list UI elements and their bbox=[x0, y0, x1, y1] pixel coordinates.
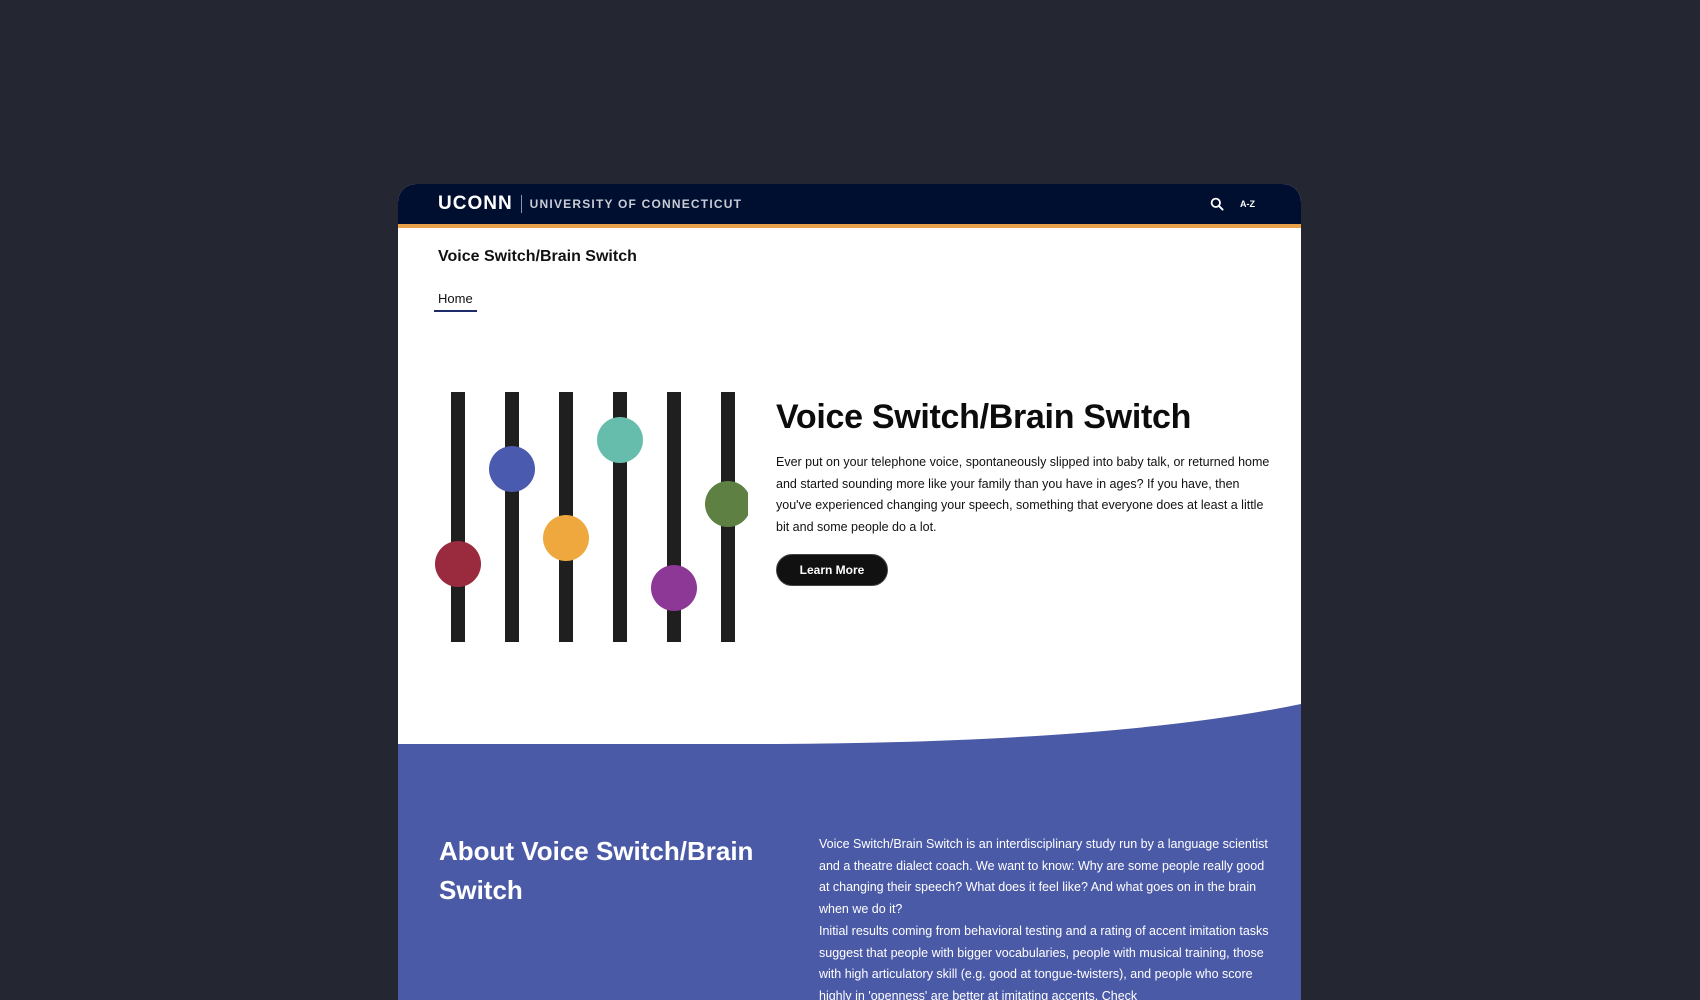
about-paragraph: Initial results coming from behavioral t… bbox=[819, 923, 1269, 1000]
header-accent-stripe bbox=[398, 224, 1301, 228]
site-title[interactable]: Voice Switch/Brain Switch bbox=[438, 248, 637, 266]
slider-knob bbox=[435, 541, 481, 587]
equalizer-sliders-illustration bbox=[435, 392, 748, 642]
slider-knob bbox=[489, 446, 535, 492]
slider-knob bbox=[543, 515, 589, 561]
slider-track bbox=[451, 392, 465, 642]
uconn-logo[interactable]: UCONN UNIVERSITY OF CONNECTICUT bbox=[438, 193, 743, 214]
about-title: About Voice Switch/Brain Switch bbox=[439, 836, 754, 905]
slider-knob bbox=[597, 417, 643, 463]
hero-title: Voice Switch/Brain Switch bbox=[776, 398, 1192, 436]
about-text: Voice Switch/Brain Switch is an interdis… bbox=[819, 834, 1269, 1000]
about-section: About Voice Switch/Brain Switch Voice Sw… bbox=[398, 704, 1301, 1000]
search-icon[interactable] bbox=[1210, 197, 1224, 211]
logo-divider bbox=[520, 195, 522, 213]
slider-knob bbox=[705, 481, 748, 527]
a-z-index-link[interactable]: A-Z bbox=[1240, 199, 1255, 209]
logo-mark: UCONN bbox=[438, 193, 513, 214]
header-actions: A-Z bbox=[1210, 194, 1255, 214]
slider-knob bbox=[651, 565, 697, 611]
slider-track bbox=[505, 392, 519, 642]
logo-text: UNIVERSITY OF CONNECTICUT bbox=[529, 197, 743, 211]
top-header-bar: UCONN UNIVERSITY OF CONNECTICUT A-Z bbox=[398, 184, 1301, 224]
about-paragraph: Voice Switch/Brain Switch is an interdis… bbox=[819, 837, 1268, 917]
browser-window: UCONN UNIVERSITY OF CONNECTICUT A-Z Voic… bbox=[398, 184, 1301, 1000]
hero-description: Ever put on your telephone voice, sponta… bbox=[776, 455, 1270, 535]
learn-more-button[interactable]: Learn More bbox=[776, 554, 888, 586]
main-navigation: Home bbox=[434, 290, 477, 312]
nav-item-home[interactable]: Home bbox=[434, 291, 477, 312]
